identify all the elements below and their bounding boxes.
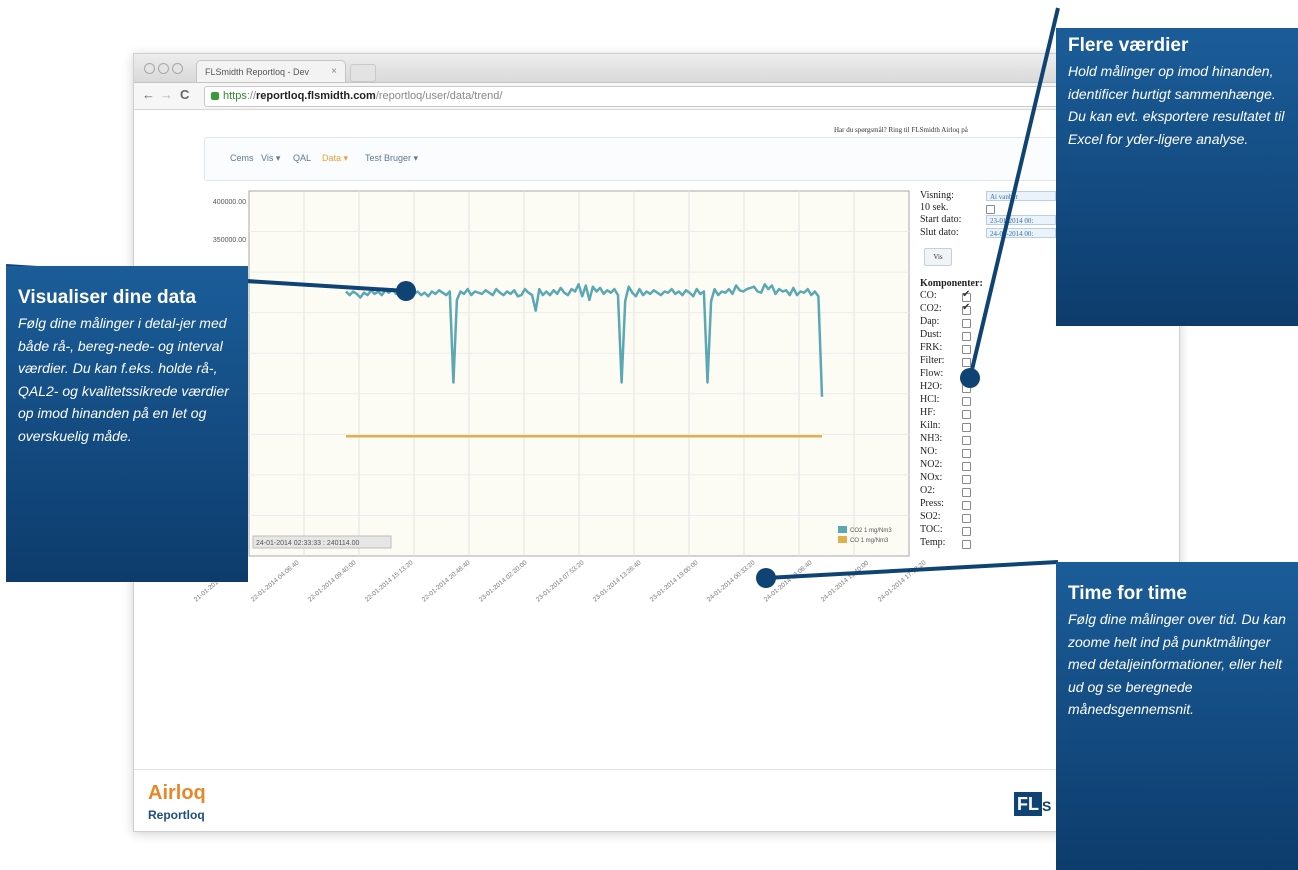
component-checkbox[interactable] [962,436,971,445]
callout-text: Hold målinger op imod hinanden, identifi… [1068,63,1285,147]
tooltip-text: 24-01-2014 02:33:33 : 240114.00 [256,540,360,547]
x-tick-label: 22-01-2014 20:46:40 [421,559,472,603]
flsmidth-logo-mark: FL [1014,792,1042,816]
component-label: HCl: [920,394,940,405]
component-label: Press: [920,498,944,509]
component-checkbox[interactable] [962,540,971,549]
callout-text: Følg dine målinger over tid. Du kan zoom… [1068,611,1286,717]
component-checkbox[interactable] [962,345,971,354]
callout-title: Flere værdier [1068,35,1189,56]
komponenter-label: Komponenter: [920,278,983,289]
ti-sek-label: 10 sek. [920,202,949,213]
component-checkbox[interactable] [962,397,971,406]
x-tick-label: 24-01-2014 11:40:00 [820,559,871,603]
component-checkbox[interactable] [962,488,971,497]
component-label: CO2: [920,303,942,314]
component-label: CO: [920,290,937,301]
vis-button[interactable]: Vis [924,248,952,266]
component-label: NO2: [920,459,943,470]
x-tick-label: 23-01-2014 02:20:00 [478,559,529,603]
component-label: Dap: [920,316,940,327]
component-checkbox[interactable] [962,332,971,341]
component-label: HF: [920,407,936,418]
component-checkbox[interactable] [962,449,971,458]
y-tick-label: 400000.00 [213,199,246,206]
component-checkbox[interactable] [962,384,971,393]
component-label: FRK: [920,342,943,353]
component-checkbox[interactable] [962,462,971,471]
component-checkbox[interactable] [962,289,971,302]
component-label: Dust: [920,329,942,340]
x-tick-label: 22-01-2014 09:40:00 [307,559,358,603]
ti-sek-checkbox[interactable] [986,205,995,214]
legend-label-co: CO 1 mg/Nm3 [850,538,889,544]
component-checkbox[interactable] [962,371,971,380]
component-label: Flow: [920,368,944,379]
callout-title: Time for time [1068,583,1187,604]
component-label: Filter: [920,355,945,366]
component-checkbox[interactable] [962,501,971,510]
browser-window: FLSmidth Reportloq - Dev × ← → C https:/… [133,53,1186,832]
component-checkbox[interactable] [962,358,971,367]
visning-label: Visning: [920,190,954,201]
x-tick-labels: 21-01-2014 22-01-2014 04:06:40 22-01-2014 … [193,559,928,603]
component-label: Temp: [920,537,946,548]
x-tick-label: 22-01-2014 15:13:20 [364,559,415,603]
component-label: O2: [920,485,935,496]
component-checkbox[interactable] [962,302,971,315]
component-label: NH3: [920,433,943,444]
x-tick-label: 23-01-2014 07:53:20 [535,559,586,603]
y-tick-label: 350000.00 [213,237,246,244]
component-label: NO: [920,446,938,457]
callout-time-for-time: Time for time Følg dine målinger over ti… [1056,562,1298,870]
x-tick-label: 24-01-2014 00:33:20 [706,559,757,603]
page-footer: Airloq Reportloq FLSMIDTH [134,769,1179,831]
trend-chart[interactable]: 400000.00 350000.00 21-01-2014 22-01-2014… [134,54,1179,714]
reportloq-logo: Reportloq [148,808,205,822]
start-date-label: Start dato: [920,214,962,225]
x-tick-label: 22-01-2014 04:06:40 [250,559,301,603]
callout-visualiser-data: Visualiser dine data Følg dine målinger … [6,266,248,582]
start-date-input[interactable]: 23-01-2014 00: [986,215,1056,225]
component-checkbox[interactable] [962,319,971,328]
component-checkbox[interactable] [962,527,971,536]
legend-label-co2: CO2 1 mg/Nm3 [850,528,892,534]
component-checkbox[interactable] [962,514,971,523]
slut-date-input[interactable]: 24-02-2014 00: [986,228,1056,238]
callout-text: Følg dine målinger i detal-jer med både … [18,315,229,444]
component-label: H2O: [920,381,943,392]
component-label: TOC: [920,524,943,535]
x-tick-label: 24-01-2014 06:06:40 [763,559,814,603]
slut-date-label: Slut dato: [920,227,959,238]
legend-swatch-co [838,536,847,543]
component-checkbox[interactable] [962,410,971,419]
component-label: NOx: [920,472,943,483]
callout-title: Visualiser dine data [18,287,197,308]
component-checkbox[interactable] [962,475,971,484]
airloq-logo: Airloq [148,782,206,804]
component-label: SO2: [920,511,941,522]
legend-swatch-co2 [838,526,847,533]
x-tick-label: 23-01-2014 19:00:00 [649,559,700,603]
x-tick-label: 23-01-2014 13:26:40 [592,559,643,603]
callout-flere-vaerdier: Flere værdier Hold målinger op imod hina… [1056,28,1298,326]
visning-select[interactable]: Ai vanber [986,191,1056,201]
component-checkbox[interactable] [962,423,971,432]
component-label: Kiln: [920,420,941,431]
x-tick-label: 24-01-2014 17:13:20 [877,559,928,603]
